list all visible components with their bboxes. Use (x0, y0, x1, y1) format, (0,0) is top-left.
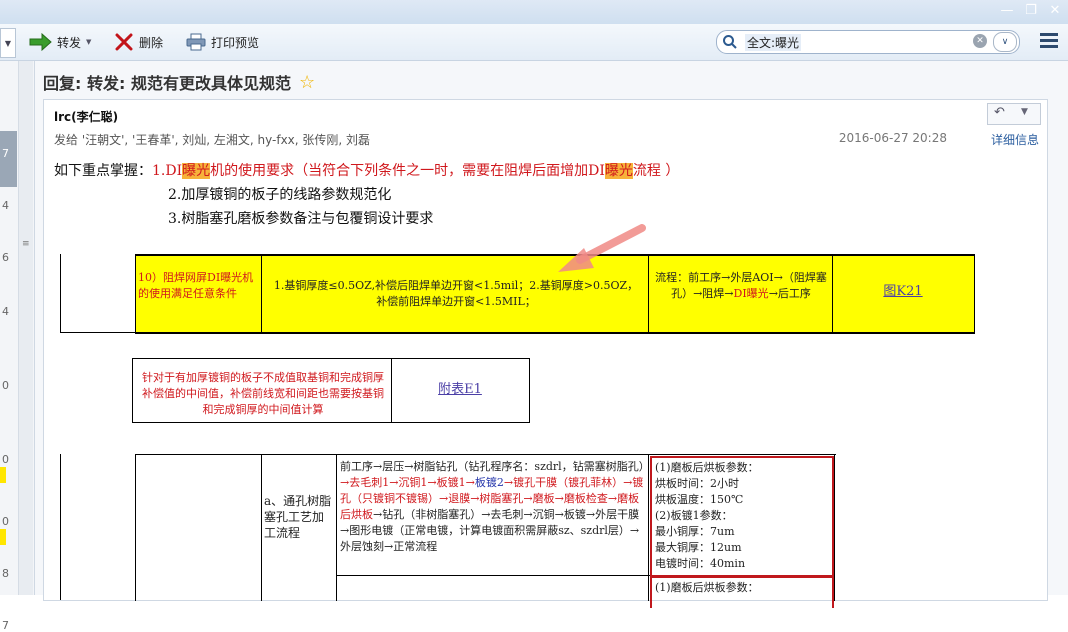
scroll-grip-icon: ≡ (22, 239, 30, 249)
list-item[interactable]: 0 (2, 515, 14, 528)
annotation-arrow-icon (558, 224, 646, 272)
flow-a: 前工序→层压→树脂钻孔（钻孔程序名：szdrl，钻需塞树脂孔） (340, 460, 650, 473)
item1-highlight: 曝光 (604, 163, 633, 179)
window-titlebar: — ❐ ✕ (0, 0, 1068, 24)
param-line: 烘板时间：2小时 (655, 477, 739, 490)
intro-text: 如下重点掌握： (54, 163, 152, 179)
table-cell-condition: 10）阻焊网屏DI曝光机的使用满足任意条件 (138, 271, 254, 300)
table-cell-requirement: 1.基铜厚度≤0.5OZ,补偿后阻焊单边开窗<1.5mil；2.基铜厚度>0.5… (273, 279, 639, 308)
list-item[interactable]: 6 (2, 251, 14, 264)
restore-icon[interactable]: ❐ (1020, 2, 1042, 20)
thick-copper-table: 针对于有加厚镀铜的板子不成值取基铜和完成铜厚补偿值的中间值，补偿前线宽和间距也需… (132, 358, 530, 423)
col-divider (648, 455, 649, 601)
param-line: 电镀时间：40min (655, 557, 746, 570)
col-divider (261, 256, 262, 332)
forward-arrow-icon (29, 33, 52, 51)
flow-b: →钻孔（非树脂塞孔）→去毛刺→沉铜→板镀→外层干膜→图形电镀（正常电镀，计算电镀… (340, 508, 640, 553)
list-item[interactable]: 4 (2, 199, 14, 212)
col-divider (261, 455, 262, 601)
figure-k21-link[interactable]: 图K21 (883, 284, 922, 299)
params-box: (1)磨板后烘板参数： 烘板时间：2小时 烘板温度：150℃ (2)板镀1参数：… (650, 456, 834, 577)
list-scrollbar[interactable]: ≡ (18, 61, 33, 595)
table-cell-flow: 流程：前工序→外层AOI→（阻焊塞孔）→阻焊→DI曝光→后工序 (652, 270, 830, 302)
body-line-2: 2.加厚镀铜的板子的线路参数规范化 (168, 187, 392, 203)
list-item[interactable]: 0 (2, 453, 14, 466)
param-line: (2)板镀1参数： (655, 509, 733, 522)
chevron-down-icon: ▼ (4, 38, 12, 48)
search-icon (723, 35, 737, 49)
list-item[interactable]: 8 (2, 567, 14, 580)
item1-text-b: 机的使用要求（当符合下列条件之一时，需要在阻焊后面增加DI (210, 163, 605, 179)
reply-icon[interactable]: ↶ (994, 105, 1005, 120)
recipients: 发给 '汪朝文', '王春革', 刘灿, 左湘文, hy-fxx, 张传刚, 刘… (54, 133, 371, 147)
unread-flag (0, 529, 6, 545)
item1-highlight: 曝光 (182, 163, 211, 179)
table-top-rule (133, 358, 529, 359)
param-line: (1)磨板后烘板参数： (655, 581, 759, 594)
flow-text-b: →后工序 (768, 287, 811, 300)
reading-pane: 回复: 转发: 规范有更改具体见规范 ☆ ↶ ▼ lrc(李仁聪) 发给 '汪朝… (35, 61, 1068, 608)
body-line-1: 如下重点掌握：1.DI曝光机的使用要求（当符合下列条件之一时，需要在阻焊后面增加… (54, 160, 679, 180)
row-divider (336, 575, 650, 576)
printer-icon (186, 33, 206, 51)
table-cell-figure: 图K21 (836, 284, 970, 300)
item1-text-c: 流程 ） (632, 163, 680, 179)
delete-x-icon (115, 33, 133, 51)
param-line: 最小铜厚：7um (655, 525, 735, 538)
delete-label: 删除 (139, 35, 164, 50)
toolbar-dropdown[interactable]: ▼ (0, 28, 16, 58)
table-cell-compensation: 针对于有加厚镀铜的板子不成值取基铜和完成铜厚补偿值的中间值，补偿前线宽和间距也需… (142, 371, 384, 416)
clear-search-icon[interactable]: ✕ (973, 34, 987, 48)
reply-button-group[interactable]: ↶ ▼ (987, 103, 1041, 125)
message-card: ↶ ▼ lrc(李仁聪) 发给 '汪朝文', '王春革', 刘灿, 左湘文, h… (43, 99, 1048, 608)
minimize-icon[interactable]: — (996, 2, 1018, 20)
list-item[interactable]: 4 (2, 305, 14, 318)
print-preview-label: 打印预览 (211, 35, 260, 50)
message-body: 如下重点掌握：1.DI曝光机的使用要求（当符合下列条件之一时，需要在阻焊后面增加… (44, 158, 1047, 608)
list-item[interactable]: 0 (2, 379, 14, 392)
details-link[interactable]: 详细信息 (991, 131, 1039, 148)
process-flow: 前工序→层压→树脂钻孔（钻孔程序名：szdrl，钻需塞树脂孔） →去毛刺1→沉铜1… (340, 459, 650, 555)
subject-text: 回复: 转发: 规范有更改具体见规范 (43, 74, 291, 93)
print-preview-button[interactable]: 打印预览 (186, 31, 259, 53)
forward-label: 转发 (57, 35, 82, 50)
unread-flag (0, 467, 6, 483)
table-bottom-rule (60, 332, 136, 333)
flow-blue: 板镀2 (474, 476, 504, 489)
flow-text-red: DI曝光 (733, 287, 769, 300)
appendix-e1-link[interactable]: 附表E1 (438, 382, 482, 397)
param-line: 烘板温度：150℃ (655, 493, 744, 506)
chevron-down-icon[interactable]: ▼ (1021, 107, 1028, 117)
star-icon[interactable]: ☆ (299, 72, 315, 93)
list-item[interactable]: 7 (2, 147, 14, 160)
forward-button[interactable]: 转发 ▼ (28, 31, 91, 53)
table-cell-appendix: 附表E1 (395, 382, 525, 398)
body-line-3: 3.树脂塞孔磨板参数备注与包覆铜设计要求 (168, 211, 434, 227)
process-label: a、通孔树脂塞孔工艺加工流程 (264, 494, 332, 540)
flow-red-1: →去毛刺1→沉铜1→板镀1→ (340, 476, 475, 489)
col-divider (391, 358, 392, 422)
search-options-icon[interactable]: ∨ (993, 32, 1017, 52)
item1-text-a: 1.DI (152, 163, 183, 179)
message-date: 2016-06-27 20:28 (838, 131, 947, 145)
table3-left-rule (60, 454, 61, 600)
table-left-rule (60, 254, 61, 332)
sender-name: lrc(李仁聪) (54, 110, 119, 124)
params-box-2: (1)磨板后烘板参数： (650, 576, 834, 608)
close-icon[interactable]: ✕ (1044, 2, 1066, 20)
col-divider (834, 455, 835, 601)
param-line: (1)磨板后烘板参数： (655, 461, 759, 474)
search-input[interactable]: 全文:曝光 (745, 34, 802, 51)
col-divider (336, 455, 337, 601)
delete-button[interactable]: 删除 (114, 31, 163, 53)
menu-icon[interactable] (1040, 33, 1058, 49)
param-line: 最大铜厚：12um (655, 541, 742, 554)
message-subject: 回复: 转发: 规范有更改具体见规范 ☆ (43, 70, 315, 94)
list-item[interactable]: 7 (2, 619, 14, 632)
resin-plug-table: a、通孔树脂塞孔工艺加工流程 前工序→层压→树脂钻孔（钻孔程序名：szdrl，钻… (135, 454, 836, 608)
search-box[interactable]: 全文:曝光 ✕ ∨ (716, 30, 1020, 54)
toolbar: ▼ 转发 ▼ 删除 打印预览 全文:曝光 ✕ ∨ (0, 24, 1068, 61)
col-divider (832, 256, 833, 332)
chevron-down-icon: ▼ (86, 38, 92, 46)
